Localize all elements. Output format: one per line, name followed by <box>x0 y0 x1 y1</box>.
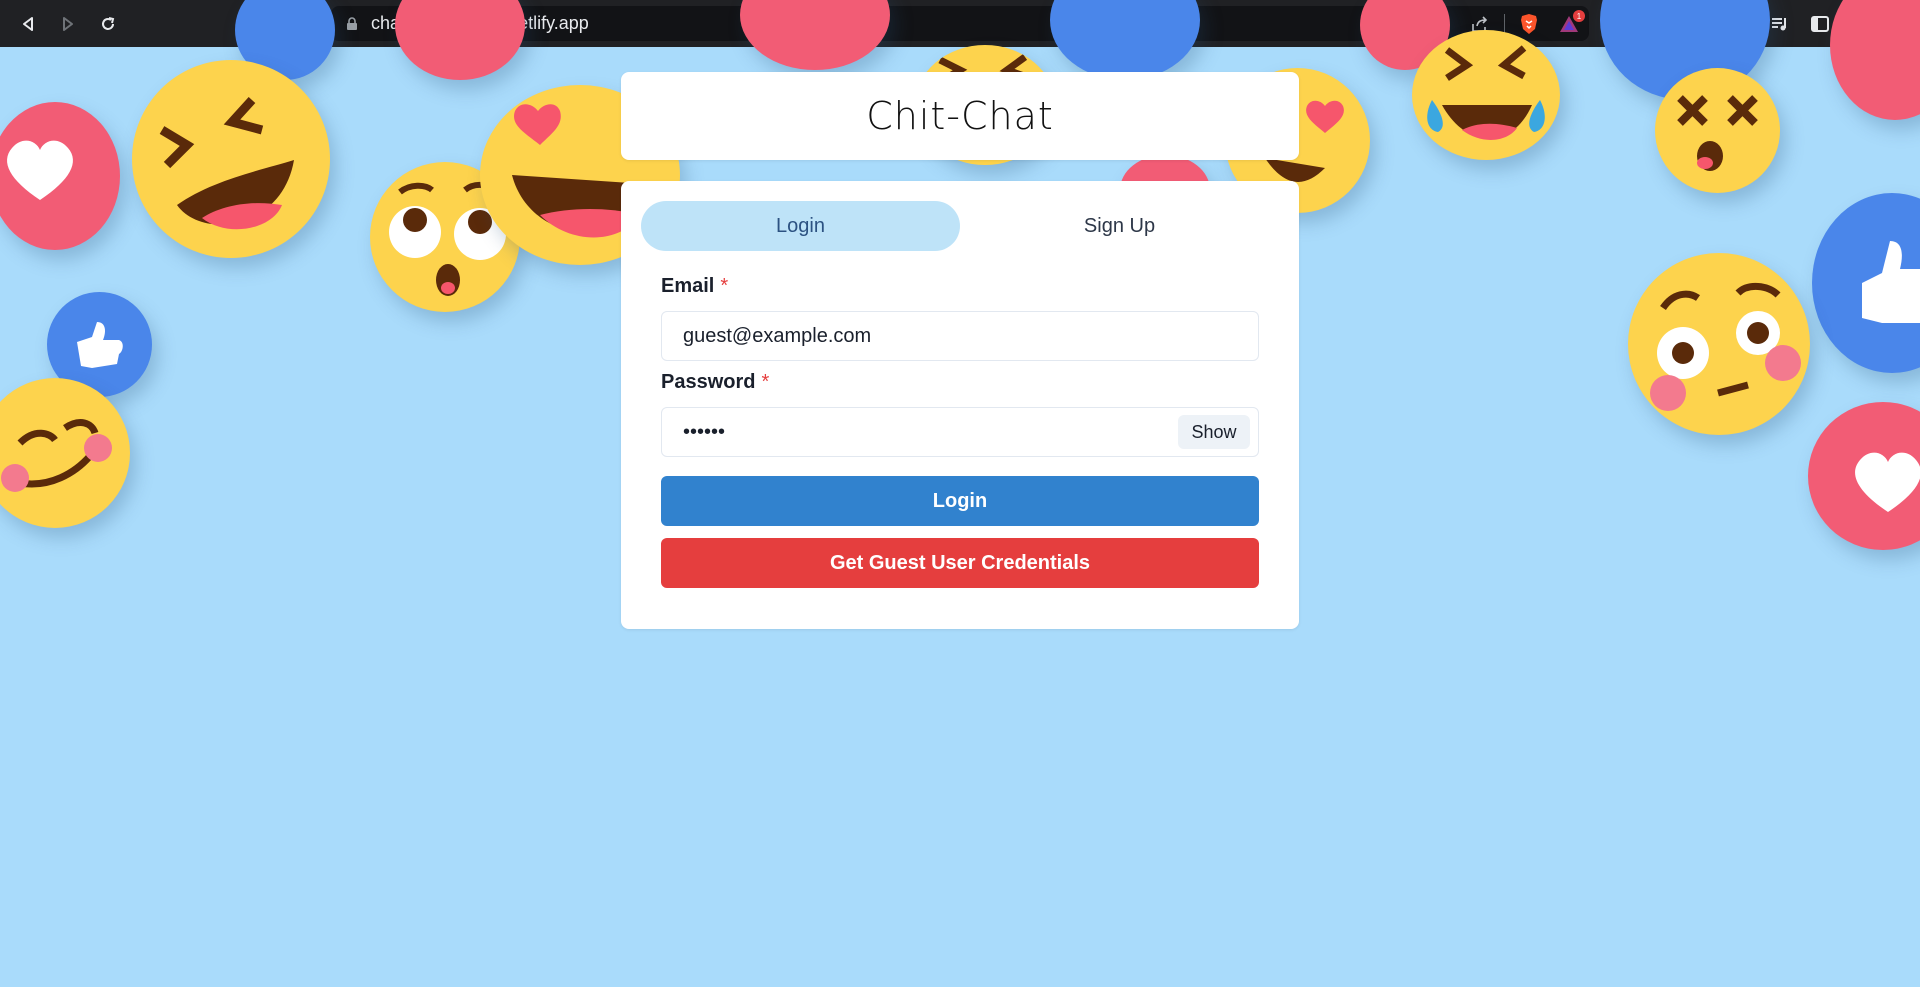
password-field[interactable]: •••••• Show <box>661 407 1259 457</box>
dizzy-emoji-icon <box>1655 68 1780 193</box>
password-label-text: Password <box>661 371 756 393</box>
password-label: Password * <box>661 371 769 394</box>
app-title-card: Chit-Chat <box>621 72 1299 160</box>
brave-rewards-icon[interactable]: 1 <box>1549 6 1589 41</box>
blushing-emoji-icon <box>0 378 130 528</box>
show-password-button[interactable]: Show <box>1178 415 1250 449</box>
notification-badge: 1 <box>1573 10 1585 22</box>
email-value: guest@example.com <box>683 324 872 347</box>
login-button[interactable]: Login <box>661 476 1259 526</box>
reload-icon[interactable] <box>88 0 128 47</box>
divider <box>1504 13 1505 34</box>
lock-icon <box>345 16 359 31</box>
thumbs-up-emoji-icon <box>1812 193 1920 373</box>
email-label: Email * <box>661 275 728 298</box>
email-field[interactable]: guest@example.com <box>661 311 1259 361</box>
thumbs-up-emoji-icon <box>1050 0 1200 80</box>
heart-emoji-icon <box>1808 402 1920 550</box>
password-value: •••••• <box>683 420 726 443</box>
auth-card: Login Sign Up Email * guest@example.com P… <box>621 181 1299 629</box>
required-asterisk: * <box>720 275 729 297</box>
heart-emoji-icon <box>0 102 120 250</box>
flushed-emoji-icon <box>1628 253 1810 435</box>
tab-sign-up[interactable]: Sign Up <box>960 201 1279 251</box>
auth-tabs: Login Sign Up <box>641 201 1279 251</box>
email-label-text: Email <box>661 275 715 297</box>
laughing-emoji-icon <box>132 60 330 258</box>
tab-login[interactable]: Login <box>641 201 960 251</box>
heart-emoji-icon <box>395 0 525 80</box>
heart-emoji-icon <box>740 0 890 70</box>
required-asterisk: * <box>761 371 770 393</box>
app-title: Chit-Chat <box>866 94 1054 138</box>
heart-emoji-icon <box>1830 0 1920 120</box>
back-icon[interactable] <box>8 0 48 47</box>
tears-of-joy-emoji-icon <box>1412 30 1560 160</box>
forward-icon[interactable] <box>48 0 88 47</box>
guest-credentials-button[interactable]: Get Guest User Credentials <box>661 538 1259 588</box>
